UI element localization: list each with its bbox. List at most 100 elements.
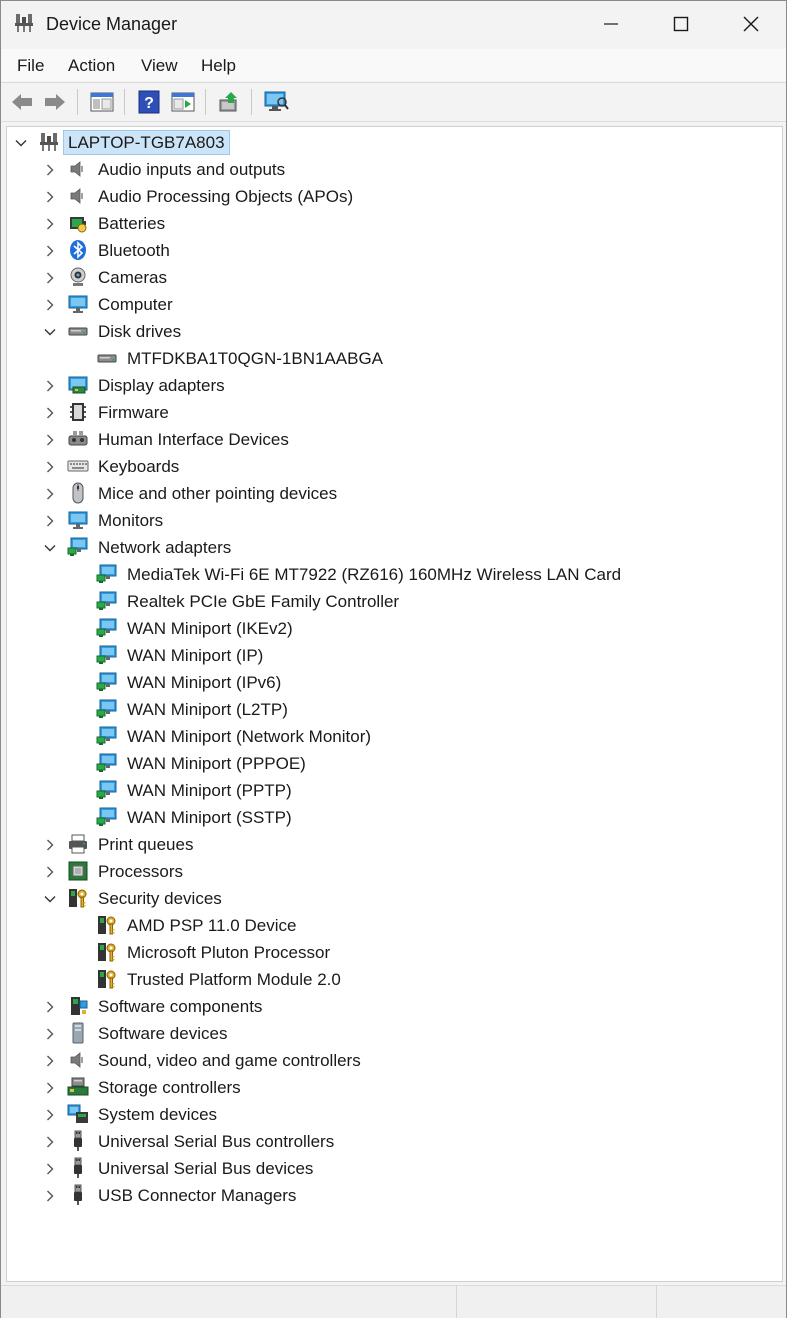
tree-category-network-adapters[interactable]: Network adapters xyxy=(7,534,777,561)
tree-item-label: WAN Miniport (PPPOE) xyxy=(127,754,306,773)
tree-category-system-devices[interactable]: System devices xyxy=(7,1101,777,1128)
tree-category-audio-processing-objects-apos[interactable]: Audio Processing Objects (APOs) xyxy=(7,183,777,210)
tree-category-batteries[interactable]: Batteries xyxy=(7,210,777,237)
chevron-right-icon[interactable] xyxy=(44,164,56,176)
menu-file[interactable]: File xyxy=(17,56,44,76)
tree-device-wan-miniport-sstp[interactable]: WAN Miniport (SSTP) xyxy=(7,804,777,831)
network-adapter-icon xyxy=(96,753,117,772)
chevron-right-icon[interactable] xyxy=(44,218,56,230)
chevron-down-icon[interactable] xyxy=(15,137,27,149)
chevron-right-icon[interactable] xyxy=(44,1136,56,1148)
tree-device-wan-miniport-pppoe[interactable]: WAN Miniport (PPPOE) xyxy=(7,750,777,777)
tree-category-software-devices[interactable]: Software devices xyxy=(7,1020,777,1047)
tree-device-realtek-pcie-gbe-family-controller[interactable]: Realtek PCIe GbE Family Controller xyxy=(7,588,777,615)
chevron-right-icon[interactable] xyxy=(44,1001,56,1013)
tree-item-label: Bluetooth xyxy=(98,241,170,260)
chevron-right-icon[interactable] xyxy=(44,488,56,500)
tree-category-bluetooth[interactable]: Bluetooth xyxy=(7,237,777,264)
tree-category-keyboards[interactable]: Keyboards xyxy=(7,453,777,480)
tree-category-firmware[interactable]: Firmware xyxy=(7,399,777,426)
properties-button[interactable] xyxy=(169,88,197,116)
tree-root[interactable]: LAPTOP-TGB7A803 xyxy=(7,129,777,156)
update-driver-button[interactable] xyxy=(215,88,243,116)
chevron-right-icon[interactable] xyxy=(44,407,56,419)
tree-device-mtfdkba1t0qgn-1bn1aabga[interactable]: MTFDKBA1T0QGN-1BN1AABGA xyxy=(7,345,777,372)
chevron-right-icon[interactable] xyxy=(44,1055,56,1067)
forward-button[interactable] xyxy=(41,88,69,116)
tree-device-mediatek-wi-fi-6e-mt7922-rz616-160mhz-wireless-lan-card[interactable]: MediaTek Wi-Fi 6E MT7922 (RZ616) 160MHz … xyxy=(7,561,777,588)
tree-item-label: Keyboards xyxy=(98,457,180,476)
speaker-icon xyxy=(70,161,83,177)
chevron-right-icon[interactable] xyxy=(44,380,56,392)
monitor-icon xyxy=(68,295,88,313)
tree-item-label: WAN Miniport (IKEv2) xyxy=(127,619,293,638)
chevron-right-icon[interactable] xyxy=(44,1109,56,1121)
close-button[interactable] xyxy=(716,1,786,47)
tree-category-security-devices[interactable]: Security devices xyxy=(7,885,777,912)
chevron-right-icon[interactable] xyxy=(44,272,56,284)
device-tree[interactable]: LAPTOP-TGB7A803 Audio inputs and outputs… xyxy=(6,126,783,1282)
tree-category-software-components[interactable]: Software components xyxy=(7,993,777,1020)
tree-device-wan-miniport-ipv6[interactable]: WAN Miniport (IPv6) xyxy=(7,669,777,696)
tree-category-cameras[interactable]: Cameras xyxy=(7,264,777,291)
status-bar xyxy=(1,1285,786,1318)
software-component-icon xyxy=(71,997,88,1015)
network-adapter-icon xyxy=(96,726,117,745)
tree-device-wan-miniport-l2tp[interactable]: WAN Miniport (L2TP) xyxy=(7,696,777,723)
tree-category-storage-controllers[interactable]: Storage controllers xyxy=(7,1074,777,1101)
chevron-right-icon[interactable] xyxy=(44,299,56,311)
network-adapter-icon xyxy=(96,807,117,826)
help-button[interactable]: ? xyxy=(135,88,163,116)
tree-category-universal-serial-bus-devices[interactable]: Universal Serial Bus devices xyxy=(7,1155,777,1182)
chevron-right-icon[interactable] xyxy=(44,1190,56,1202)
tree-device-wan-miniport-network-monitor[interactable]: WAN Miniport (Network Monitor) xyxy=(7,723,777,750)
tree-item-label: USB Connector Managers xyxy=(98,1186,297,1205)
tree-category-print-queues[interactable]: Print queues xyxy=(7,831,777,858)
chevron-right-icon[interactable] xyxy=(44,515,56,527)
tree-device-amd-psp-11-0-device[interactable]: AMD PSP 11.0 Device xyxy=(7,912,777,939)
tree-device-trusted-platform-module-2-0[interactable]: Trusted Platform Module 2.0 xyxy=(7,966,777,993)
scan-hardware-button[interactable] xyxy=(262,88,290,116)
tree-category-human-interface-devices[interactable]: Human Interface Devices xyxy=(7,426,777,453)
tree-item-label: Trusted Platform Module 2.0 xyxy=(127,970,341,989)
minimize-button[interactable] xyxy=(576,1,646,47)
tree-device-wan-miniport-ikev2[interactable]: WAN Miniport (IKEv2) xyxy=(7,615,777,642)
tree-category-computer[interactable]: Computer xyxy=(7,291,777,318)
chevron-right-icon[interactable] xyxy=(44,866,56,878)
chevron-down-icon[interactable] xyxy=(44,326,56,338)
back-button[interactable] xyxy=(8,88,36,116)
tree-category-mice-and-other-pointing-devices[interactable]: Mice and other pointing devices xyxy=(7,480,777,507)
show-hide-console-tree-button[interactable] xyxy=(88,88,116,116)
tree-category-usb-connector-managers[interactable]: USB Connector Managers xyxy=(7,1182,777,1209)
tree-category-processors[interactable]: Processors xyxy=(7,858,777,885)
maximize-button[interactable] xyxy=(646,1,716,47)
tree-device-microsoft-pluton-processor[interactable]: Microsoft Pluton Processor xyxy=(7,939,777,966)
chevron-right-icon[interactable] xyxy=(44,461,56,473)
tree-category-audio-inputs-and-outputs[interactable]: Audio inputs and outputs xyxy=(7,156,777,183)
tree-category-display-adapters[interactable]: Display adapters xyxy=(7,372,777,399)
tree-category-universal-serial-bus-controllers[interactable]: Universal Serial Bus controllers xyxy=(7,1128,777,1155)
chevron-right-icon[interactable] xyxy=(44,245,56,257)
tree-category-disk-drives[interactable]: Disk drives xyxy=(7,318,777,345)
chevron-down-icon[interactable] xyxy=(44,893,56,905)
chevron-right-icon[interactable] xyxy=(44,1028,56,1040)
usb-icon xyxy=(74,1184,82,1205)
security-key-icon xyxy=(69,889,87,908)
chevron-right-icon[interactable] xyxy=(44,434,56,446)
tree-item-label: Storage controllers xyxy=(98,1078,241,1097)
chevron-down-icon[interactable] xyxy=(44,542,56,554)
chevron-right-icon[interactable] xyxy=(44,191,56,203)
menu-help[interactable]: Help xyxy=(201,56,236,76)
tree-device-wan-miniport-ip[interactable]: WAN Miniport (IP) xyxy=(7,642,777,669)
title-bar[interactable]: Device Manager xyxy=(1,1,786,47)
chevron-right-icon[interactable] xyxy=(44,1163,56,1175)
tree-device-wan-miniport-pptp[interactable]: WAN Miniport (PPTP) xyxy=(7,777,777,804)
chevron-right-icon[interactable] xyxy=(44,1082,56,1094)
menu-action[interactable]: Action xyxy=(68,56,115,76)
chevron-right-icon[interactable] xyxy=(44,839,56,851)
printer-icon xyxy=(69,834,87,854)
computer-network-icon xyxy=(40,133,58,151)
tree-category-sound-video-and-game-controllers[interactable]: Sound, video and game controllers xyxy=(7,1047,777,1074)
menu-view[interactable]: View xyxy=(141,56,178,76)
tree-category-monitors[interactable]: Monitors xyxy=(7,507,777,534)
